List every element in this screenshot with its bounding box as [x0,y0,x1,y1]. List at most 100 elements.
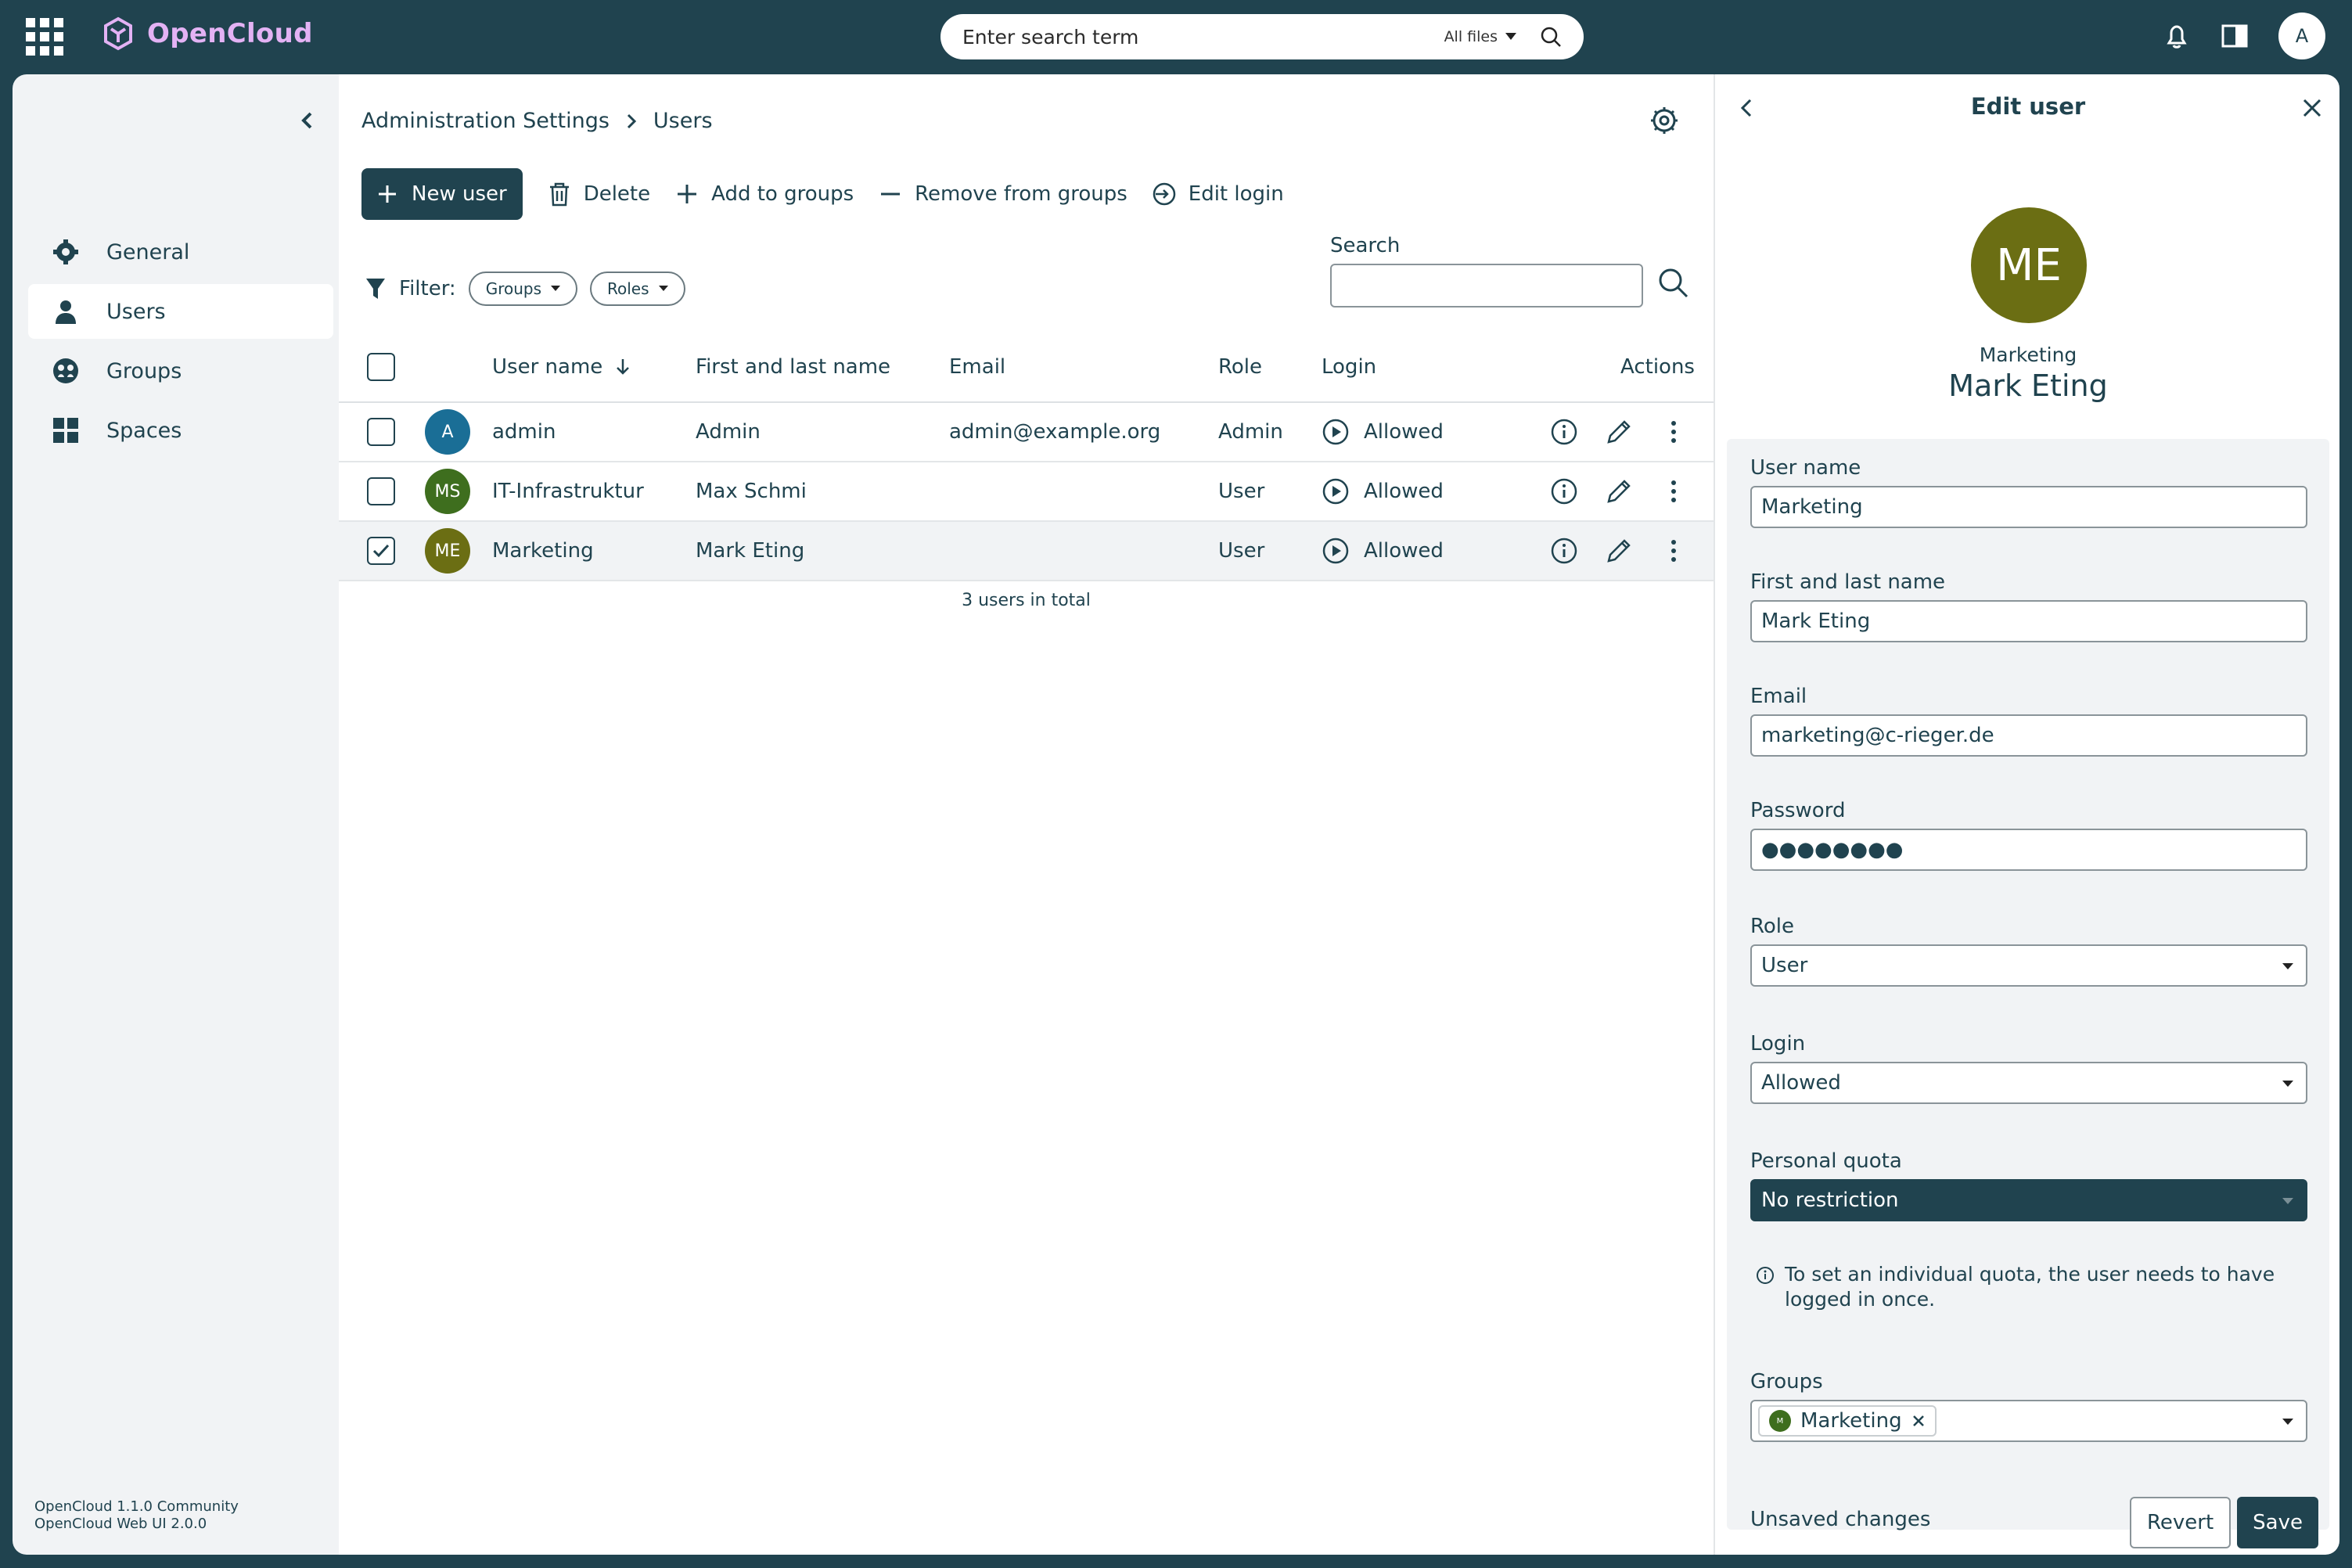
caret-down-icon [551,286,561,291]
search-scope-dropdown[interactable]: All files [1444,28,1516,45]
close-icon[interactable] [2299,95,2325,121]
main-content: Administration Settings Users New user D… [339,74,1714,1555]
sidebar-item-spaces[interactable]: Spaces [28,403,333,458]
info-icon[interactable] [1549,417,1579,447]
select-all-checkbox[interactable] [367,353,395,381]
play-circle-icon [1322,419,1349,445]
delete-label: Delete [583,182,651,206]
table-search-input[interactable] [1330,264,1643,307]
pencil-icon[interactable] [1604,536,1634,566]
sidebar-item-users[interactable]: Users [28,284,333,339]
login-cell: Allowed [1322,418,1444,446]
column-email[interactable]: Email [949,355,1005,379]
role-select[interactable]: User [1750,944,2307,987]
sidebar-item-general[interactable]: General [28,225,333,279]
collapse-sidebar-icon[interactable] [296,109,319,132]
user-name-cell: Marketing [492,539,594,563]
revert-button[interactable]: Revert [2130,1497,2232,1548]
display-name-cell: Max Schmi [696,480,807,503]
more-vertical-icon[interactable] [1659,417,1688,447]
filter-icon [366,279,385,299]
name-field[interactable]: Mark Eting [1750,600,2307,642]
add-to-groups-button[interactable]: Add to groups [674,181,854,207]
new-user-button[interactable]: New user [361,168,523,220]
search-icon[interactable] [1540,26,1562,48]
avatar: MS [425,469,470,514]
groups-filter-chip[interactable]: Groups [468,272,578,306]
app-switcher-icon[interactable] [26,18,63,56]
search-input[interactable]: Enter search term [962,26,1444,49]
remove-chip-icon[interactable] [1911,1414,1926,1428]
remove-from-groups-button[interactable]: Remove from groups [877,181,1127,207]
edit-user-form: User name Marketing First and last name … [1727,439,2329,1548]
save-button[interactable]: Save [2237,1497,2318,1548]
user-name-cell: admin [492,420,556,444]
table-header: User name First and last name Email Role… [339,333,1714,403]
user-menu-avatar[interactable]: A [2278,13,2325,59]
version-info: OpenCloud 1.1.0 Community OpenCloud Web … [34,1498,239,1533]
caret-down-icon [2282,1198,2293,1204]
row-checkbox[interactable] [367,418,395,446]
minus-icon [881,192,901,196]
edit-user-panel: Edit user ME Marketing Mark Eting User n… [1714,74,2339,1555]
app-logo[interactable]: OpenCloud [100,16,313,52]
sidebar-item-label: Spaces [106,418,182,443]
search-icon[interactable] [1656,265,1690,300]
sidebar-item-groups[interactable]: Groups [28,343,333,398]
unsaved-changes-label: Unsaved changes [1750,1508,1931,1531]
groups-filter-label: Groups [485,279,542,298]
play-circle-icon [1322,538,1349,564]
settings-icon[interactable] [1648,104,1681,137]
caret-down-icon [658,286,668,291]
pencil-icon[interactable] [1604,477,1634,506]
column-role[interactable]: Role [1218,355,1262,379]
login-select[interactable]: Allowed [1750,1062,2307,1104]
row-checkbox-checked[interactable] [367,537,395,565]
email-cell: admin@example.org [949,420,1161,444]
row-actions [1549,417,1688,447]
avatar: ME [1971,207,2087,323]
role-cell: Admin [1218,420,1283,444]
group-avatar: M [1769,1410,1791,1432]
delete-button[interactable]: Delete [546,181,650,207]
new-user-label: New user [412,182,507,206]
groups-label: Groups [1750,1370,1823,1394]
roles-filter-chip[interactable]: Roles [590,272,685,306]
role-cell: User [1218,539,1265,563]
login-label: Login [1750,1032,1806,1056]
bell-icon[interactable] [2163,22,2191,50]
login-status: Allowed [1364,539,1444,563]
pencil-icon[interactable] [1604,417,1634,447]
sidebar-toggle-icon[interactable] [2221,22,2249,50]
password-label: Password [1750,799,1846,822]
more-vertical-icon[interactable] [1659,536,1688,566]
email-field[interactable]: marketing@c-rieger.de [1750,714,2307,757]
info-icon[interactable] [1549,536,1579,566]
users-table: User name First and last name Email Role… [339,333,1714,581]
more-vertical-icon[interactable] [1659,477,1688,506]
column-name[interactable]: First and last name [696,355,890,379]
password-field[interactable]: ●●●●●●●● [1750,829,2307,871]
quota-select[interactable]: No restriction [1750,1179,2307,1221]
user-name-field[interactable]: Marketing [1750,486,2307,528]
admin-sidebar: General Users Groups Spaces OpenCloud 1.… [13,74,339,1555]
global-search[interactable]: Enter search term All files [940,14,1584,59]
table-row[interactable]: A admin Admin admin@example.org Admin Al… [339,403,1714,462]
play-circle-icon [1322,478,1349,505]
column-user-name[interactable]: User name [492,355,631,379]
table-row[interactable]: ME Marketing Mark Eting User Allowed [339,522,1714,581]
quota-hint: To set an individual quota, the user nee… [1755,1262,2287,1312]
info-icon[interactable] [1549,477,1579,506]
role-select-value: User [1761,954,1808,977]
column-login[interactable]: Login [1322,355,1376,379]
edit-login-button[interactable]: Edit login [1151,181,1284,207]
quota-select-value: No restriction [1761,1189,1899,1212]
breadcrumb-parent[interactable]: Administration Settings [361,109,610,133]
groups-select[interactable]: M Marketing [1750,1400,2307,1442]
remove-from-groups-label: Remove from groups [915,182,1127,206]
avatar: A [425,409,470,455]
row-checkbox[interactable] [367,477,395,505]
group-chip: M Marketing [1758,1405,1937,1437]
role-label: Role [1750,915,1795,938]
table-row[interactable]: MS IT-Infrastruktur Max Schmi User Allow… [339,462,1714,522]
